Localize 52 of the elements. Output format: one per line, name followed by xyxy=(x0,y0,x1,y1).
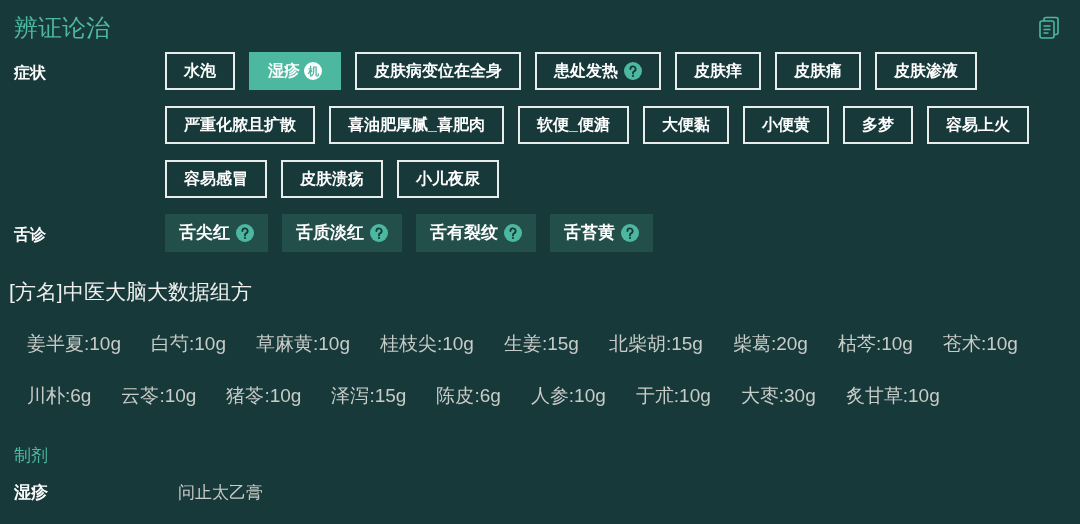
herb-dose: 炙甘草:10g xyxy=(845,384,940,408)
herb-dose: 枯芩:10g xyxy=(837,331,913,356)
field-label: 症状 xyxy=(14,63,47,83)
field-label: 舌诊 xyxy=(14,225,47,245)
herb-dose: 泽泻:15g xyxy=(331,384,407,408)
symptom-tag[interactable]: 容易上火 xyxy=(926,106,1029,144)
symptom-tag[interactable]: 容易感冒 xyxy=(165,160,267,198)
symptom-tag[interactable]: 皮肤痛 xyxy=(775,52,861,90)
symptom-tag[interactable]: 皮肤渗液 xyxy=(875,52,977,90)
herb-dose: 川朴:6g xyxy=(27,384,92,408)
symptom-tag[interactable]: 皮肤病变位在全身 xyxy=(355,52,521,90)
help-icon[interactable] xyxy=(621,224,639,242)
symptom-tag[interactable]: 严重化脓且扩散 xyxy=(165,106,315,144)
symptom-tag[interactable]: 多梦 xyxy=(842,106,913,144)
herb-dose: 柴葛:20g xyxy=(732,331,808,356)
herb-dose: 苍术:10g xyxy=(942,331,1018,356)
symptom-tag[interactable]: 皮肤溃疡 xyxy=(281,160,383,198)
herb-dose: 姜半夏:10g xyxy=(27,331,121,356)
herb-dose: 生姜:15g xyxy=(503,331,579,356)
badge: 机 xyxy=(304,62,322,80)
help-icon[interactable] xyxy=(236,224,254,242)
section-title: 辨证论治 xyxy=(14,13,110,43)
symptom-tag[interactable]: 软便_便溏 xyxy=(517,106,629,144)
herb-dose: 陈皮:6g xyxy=(436,384,501,408)
symptom-tag[interactable]: 大便黏 xyxy=(642,106,729,144)
copy-icon[interactable] xyxy=(1038,16,1060,40)
condition-label: 湿疹 xyxy=(14,482,49,504)
symptom-tag[interactable]: 皮肤痒 xyxy=(675,52,761,90)
tongue-tag[interactable]: 舌有裂纹 xyxy=(416,214,536,252)
herb-dose: 北柴胡:15g xyxy=(608,331,703,356)
symptom-tag[interactable]: 喜油肥厚腻_喜肥肉 xyxy=(329,106,504,144)
herb-dose: 桂枝尖:10g xyxy=(379,331,474,356)
symptom-tag[interactable]: 小便黄 xyxy=(742,106,829,144)
tongue-tag[interactable]: 舌苔黄 xyxy=(550,214,653,252)
symptom-tag[interactable]: 患处发热 xyxy=(535,52,661,90)
preparations-heading: 制剂 xyxy=(14,444,49,467)
tongue-tag[interactable]: 舌尖红 xyxy=(165,214,268,252)
herb-dose: 人参:10g xyxy=(530,384,606,408)
help-icon[interactable] xyxy=(370,224,388,242)
product-name: 问止太乙膏 xyxy=(178,482,263,504)
help-icon[interactable] xyxy=(504,224,522,242)
formula-name: [方名]中医大脑大数据组方 xyxy=(9,279,253,305)
herb-dose: 于朮:10g xyxy=(635,384,711,408)
symptom-tag[interactable]: 水泡 xyxy=(165,52,235,90)
herb-dose: 草麻黄:10g xyxy=(255,331,350,356)
tongue-tag[interactable]: 舌质淡红 xyxy=(282,214,402,252)
help-icon[interactable] xyxy=(624,62,642,80)
herb-dose: 白芍:10g xyxy=(151,331,226,356)
herb-dose: 大枣:30g xyxy=(740,384,816,408)
herb-dose: 猪苓:10g xyxy=(226,384,302,408)
symptom-tag[interactable]: 小儿夜尿 xyxy=(397,160,499,198)
herb-dose: 云苓:10g xyxy=(121,384,197,408)
